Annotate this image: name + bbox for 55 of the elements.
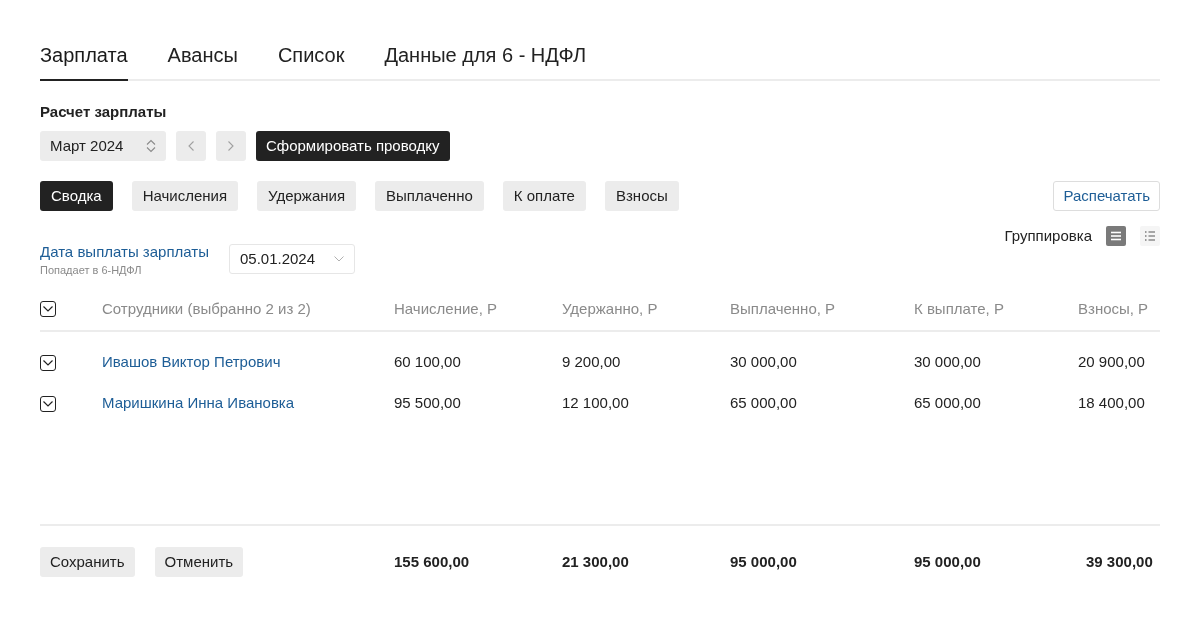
chevron-right-icon <box>228 141 234 151</box>
checkbox[interactable] <box>40 354 56 371</box>
employee-link[interactable]: Ивашов Виктор Петрович <box>102 351 281 374</box>
table-cell-text: 30 000,00 <box>730 352 797 373</box>
filter-tab[interactable]: К оплате <box>502 181 586 211</box>
tab[interactable]: Зарплата <box>40 40 128 81</box>
table-cell-text: 20 900,00 <box>1078 352 1145 373</box>
tab[interactable]: Авансы <box>167 40 238 81</box>
up-down-chevron-icon <box>146 139 156 153</box>
table-cell-text: 30 000,00 <box>914 352 981 373</box>
filter-tab[interactable]: Начисления <box>131 181 239 211</box>
table-cell-text: 65 000,00 <box>730 393 797 414</box>
column-header: Выплаченно, Р <box>730 298 837 319</box>
payment-date-link[interactable]: Дата выплаты зарплаты <box>40 242 209 262</box>
tab[interactable]: Список <box>277 40 345 81</box>
date-select[interactable]: 05.01.2024 <box>228 244 355 274</box>
hint-text: Попадает в 6-НДФЛ <box>40 263 143 277</box>
section-title: Расчет зарплаты <box>40 102 168 122</box>
column-header: Удержанно, Р <box>562 298 659 319</box>
table-cell-text: 9 200,00 <box>562 352 621 373</box>
chevron-down-icon <box>333 256 344 262</box>
column-header: Начисление, Р <box>394 298 498 319</box>
column-header: Сотрудники (выбранно 2 из 2) <box>102 298 312 319</box>
checkbox[interactable] <box>40 395 56 412</box>
total-value: 95 000,00 <box>914 551 981 572</box>
column-header: К выплате, Р <box>914 298 1005 319</box>
generate-entry-button[interactable]: Сформировать проводку <box>256 131 450 161</box>
table-cell-text: 60 100,00 <box>394 352 461 373</box>
total-value: 155 600,00 <box>394 551 470 572</box>
total-value: 39 300,00 <box>1086 551 1153 572</box>
table-cell-text: 65 000,00 <box>914 393 981 414</box>
filter-tab[interactable]: Сводка <box>40 181 113 211</box>
cancel-button[interactable]: Отменить <box>154 547 244 577</box>
check-icon <box>43 359 53 366</box>
filter-tab[interactable]: Удержания <box>257 181 357 211</box>
rows-view-icon[interactable] <box>1106 226 1126 246</box>
filter-tab[interactable]: Выплаченно <box>375 181 484 211</box>
print-button[interactable]: Распечатать <box>1053 181 1160 211</box>
grouping-label: Группировка <box>1004 226 1092 246</box>
table-cell-text: 12 100,00 <box>562 393 629 414</box>
check-icon <box>43 306 53 312</box>
column-header: Взносы, Р <box>1078 298 1150 319</box>
chevron-left-icon <box>188 141 194 151</box>
table-cell-text: 95 500,00 <box>394 393 461 414</box>
checkbox[interactable] <box>40 301 56 317</box>
list-view-icon[interactable] <box>1140 226 1160 246</box>
tab[interactable]: Данные для 6 - НДФЛ <box>384 40 587 81</box>
filter-tab[interactable]: Взносы <box>604 181 679 211</box>
employee-link[interactable]: Маришкина Инна Ивановка <box>102 392 295 415</box>
period-select[interactable]: Март 2024 <box>40 131 166 161</box>
total-value: 95 000,00 <box>730 551 797 572</box>
save-button[interactable]: Сохранить <box>40 547 135 577</box>
table-cell-text: 18 400,00 <box>1078 393 1145 414</box>
check-icon <box>43 400 53 407</box>
total-value: 21 300,00 <box>562 551 629 572</box>
